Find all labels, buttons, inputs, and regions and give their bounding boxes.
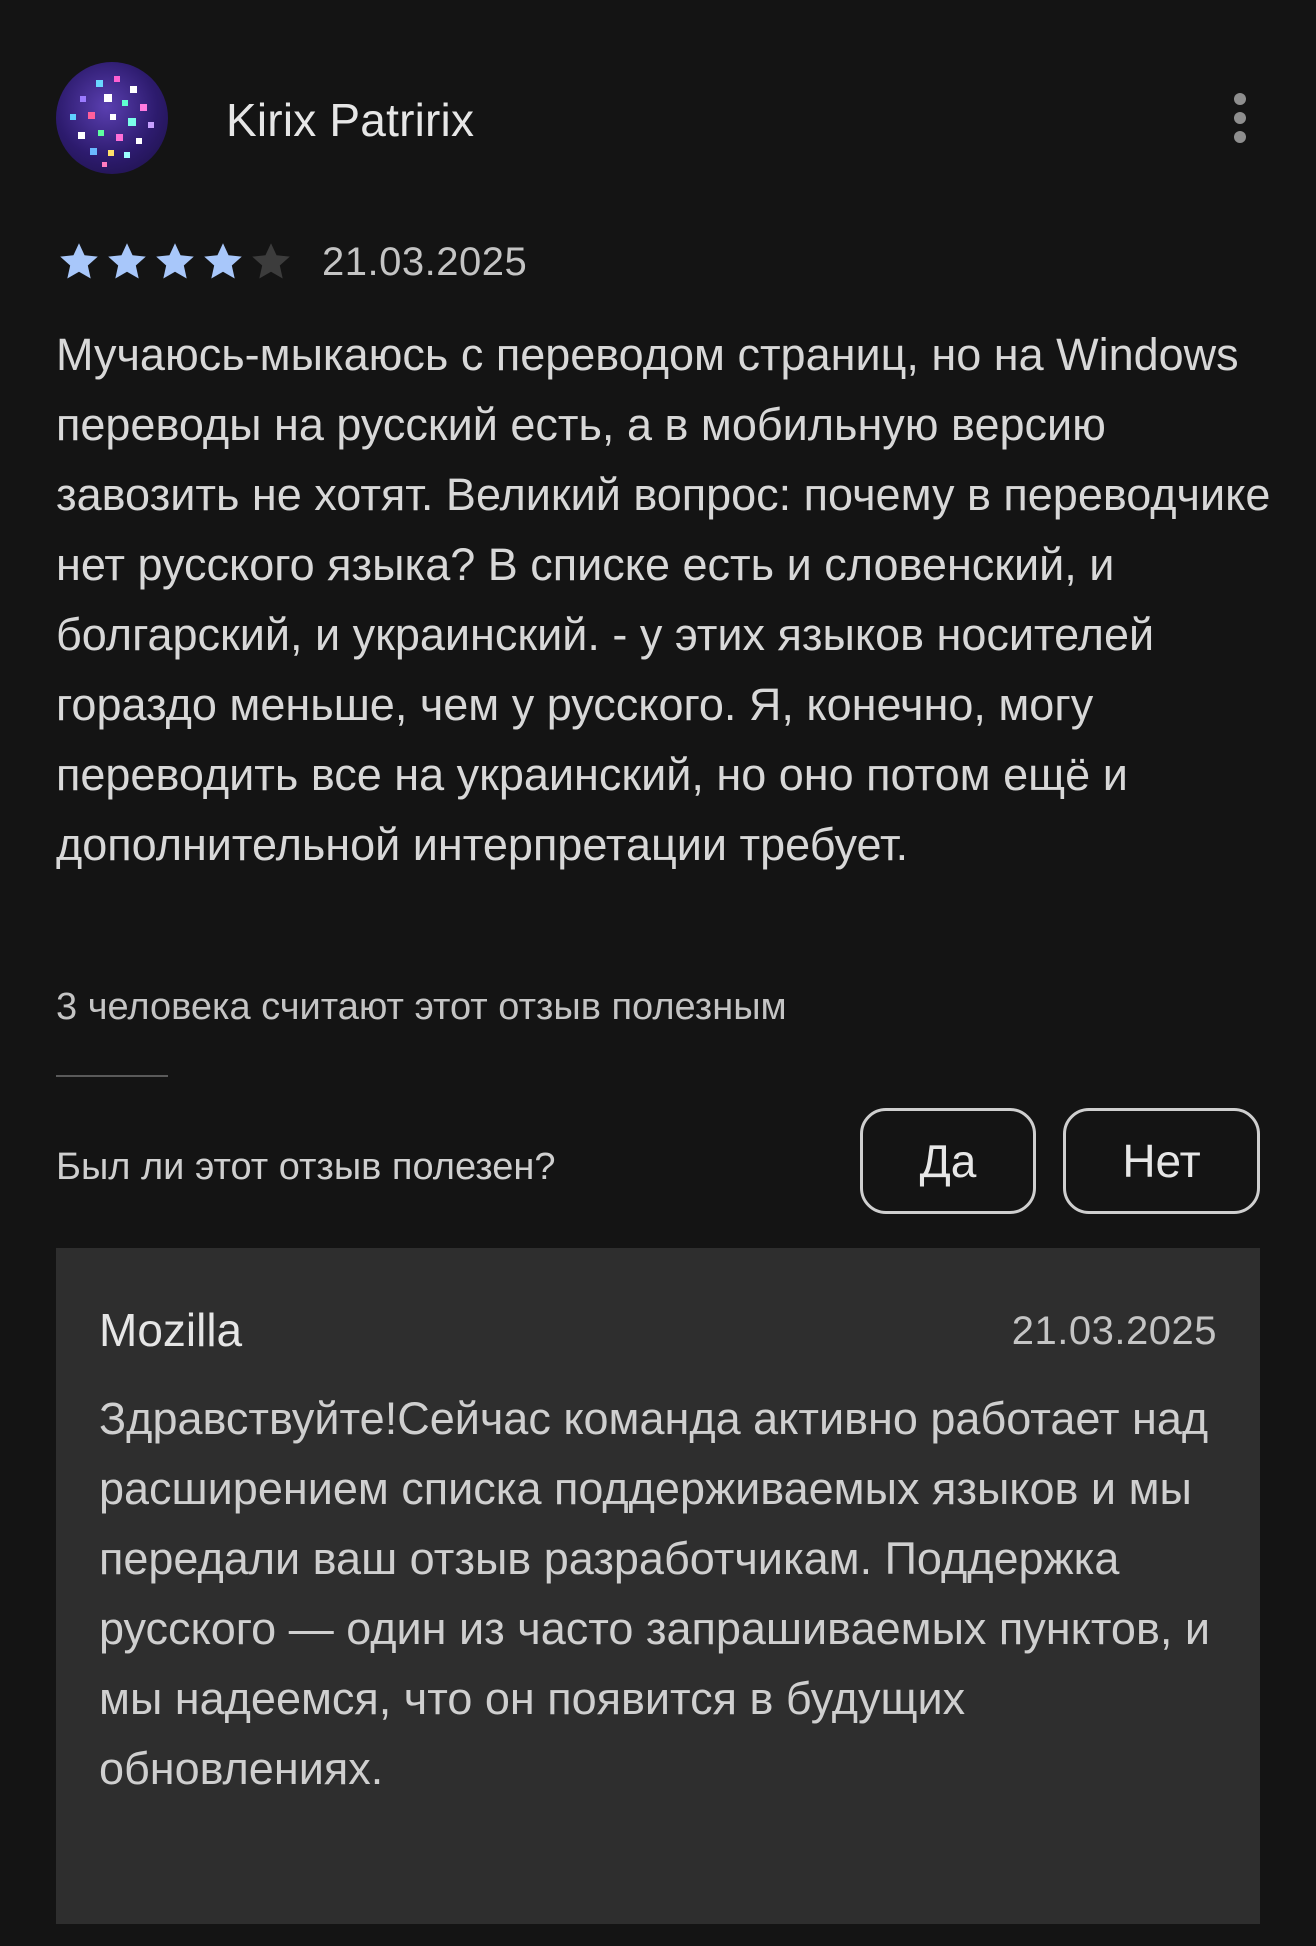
review-header: Kirix Patririx (56, 62, 1260, 174)
star-filled-icon (56, 239, 102, 285)
avatar[interactable] (56, 62, 168, 174)
reply-text: Здравствуйте!Сейчас команда активно рабо… (99, 1393, 1211, 1794)
star-empty-icon (248, 239, 294, 285)
developer-reply: Mozilla 21.03.2025 Здравствуйте!Сейчас к… (56, 1248, 1260, 1924)
reply-date: 21.03.2025 (1011, 1309, 1217, 1353)
star-filled-icon (152, 239, 198, 285)
review-author-name: Kirix Patririx (226, 94, 475, 146)
helpful-yes-button[interactable]: Да (860, 1108, 1036, 1214)
more-vertical-icon (1234, 93, 1246, 105)
helpful-no-button[interactable]: Нет (1063, 1108, 1260, 1214)
pixel-dots-avatar-icon (70, 76, 154, 167)
divider (56, 1075, 168, 1077)
review-text: Мучаюсь-мыкаюсь с переводом страниц, но … (56, 329, 1271, 870)
helpful-question: Был ли этот отзыв полезен? (56, 1146, 556, 1188)
more-options-button[interactable] (1220, 84, 1260, 152)
review-date: 21.03.2025 (322, 239, 528, 284)
star-filled-icon (104, 239, 150, 285)
developer-name: Mozilla (99, 1304, 243, 1356)
helpful-count-text: 3 человека считают этот отзыв полезным (56, 986, 787, 1028)
star-rating (56, 239, 294, 285)
star-filled-icon (200, 239, 246, 285)
review-meta: 21.03.2025 (56, 232, 527, 292)
